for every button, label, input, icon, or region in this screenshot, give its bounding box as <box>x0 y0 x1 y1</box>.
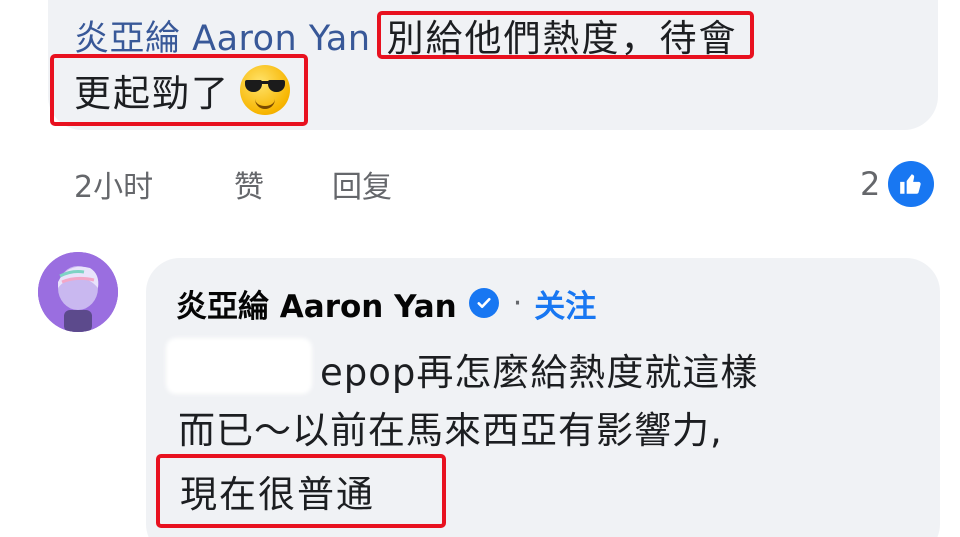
reply-button[interactable]: 回复 <box>332 162 392 206</box>
separator-dot: · <box>512 285 523 321</box>
reaction-count: 2 <box>860 165 881 203</box>
comment-text-highlight-2: 更起勁了 <box>74 72 230 115</box>
highlight-box-2: 更起勁了 <box>50 54 308 126</box>
reaction-summary[interactable]: 2 <box>860 160 935 208</box>
like-button[interactable]: 赞 <box>234 162 332 206</box>
redacted-text-mask <box>166 338 312 394</box>
highlight-box-1: 別給他們熱度，待會 <box>376 11 754 60</box>
comment-actions: 2小时 赞 回复 <box>74 162 392 206</box>
reply-text-highlight: 現在很普通 <box>180 473 375 516</box>
comment-text-highlight-1: 別給他們熱度，待會 <box>386 17 738 60</box>
verified-badge-icon <box>468 288 499 318</box>
reply-text-line-2: 而已～以前在馬來西亞有影響力, <box>178 409 723 452</box>
sunglasses-emoji-icon <box>240 65 290 115</box>
follow-button[interactable]: 关注 <box>534 281 596 326</box>
reply-header: 炎亞綸 Aaron Yan · 关注 <box>176 280 596 326</box>
avatar[interactable] <box>38 252 118 332</box>
reply-author-link[interactable]: 炎亞綸 Aaron Yan <box>176 281 457 326</box>
highlight-box-3: 現在很普通 <box>156 454 446 528</box>
comment-first-line: 炎亞綸 Aaron Yan 別給他們熱度，待會 <box>74 10 754 61</box>
reply-text-line-1: epop再怎麼給熱度就這樣 <box>320 351 759 394</box>
comment-thread: 炎亞綸 Aaron Yan 別給他們熱度，待會 更起勁了 2小时 赞 回复 2 <box>0 0 960 537</box>
thumbs-up-icon <box>888 161 935 207</box>
comment-timestamp[interactable]: 2小时 <box>74 162 234 206</box>
comment-author-link[interactable]: 炎亞綸 Aaron Yan <box>74 10 371 61</box>
